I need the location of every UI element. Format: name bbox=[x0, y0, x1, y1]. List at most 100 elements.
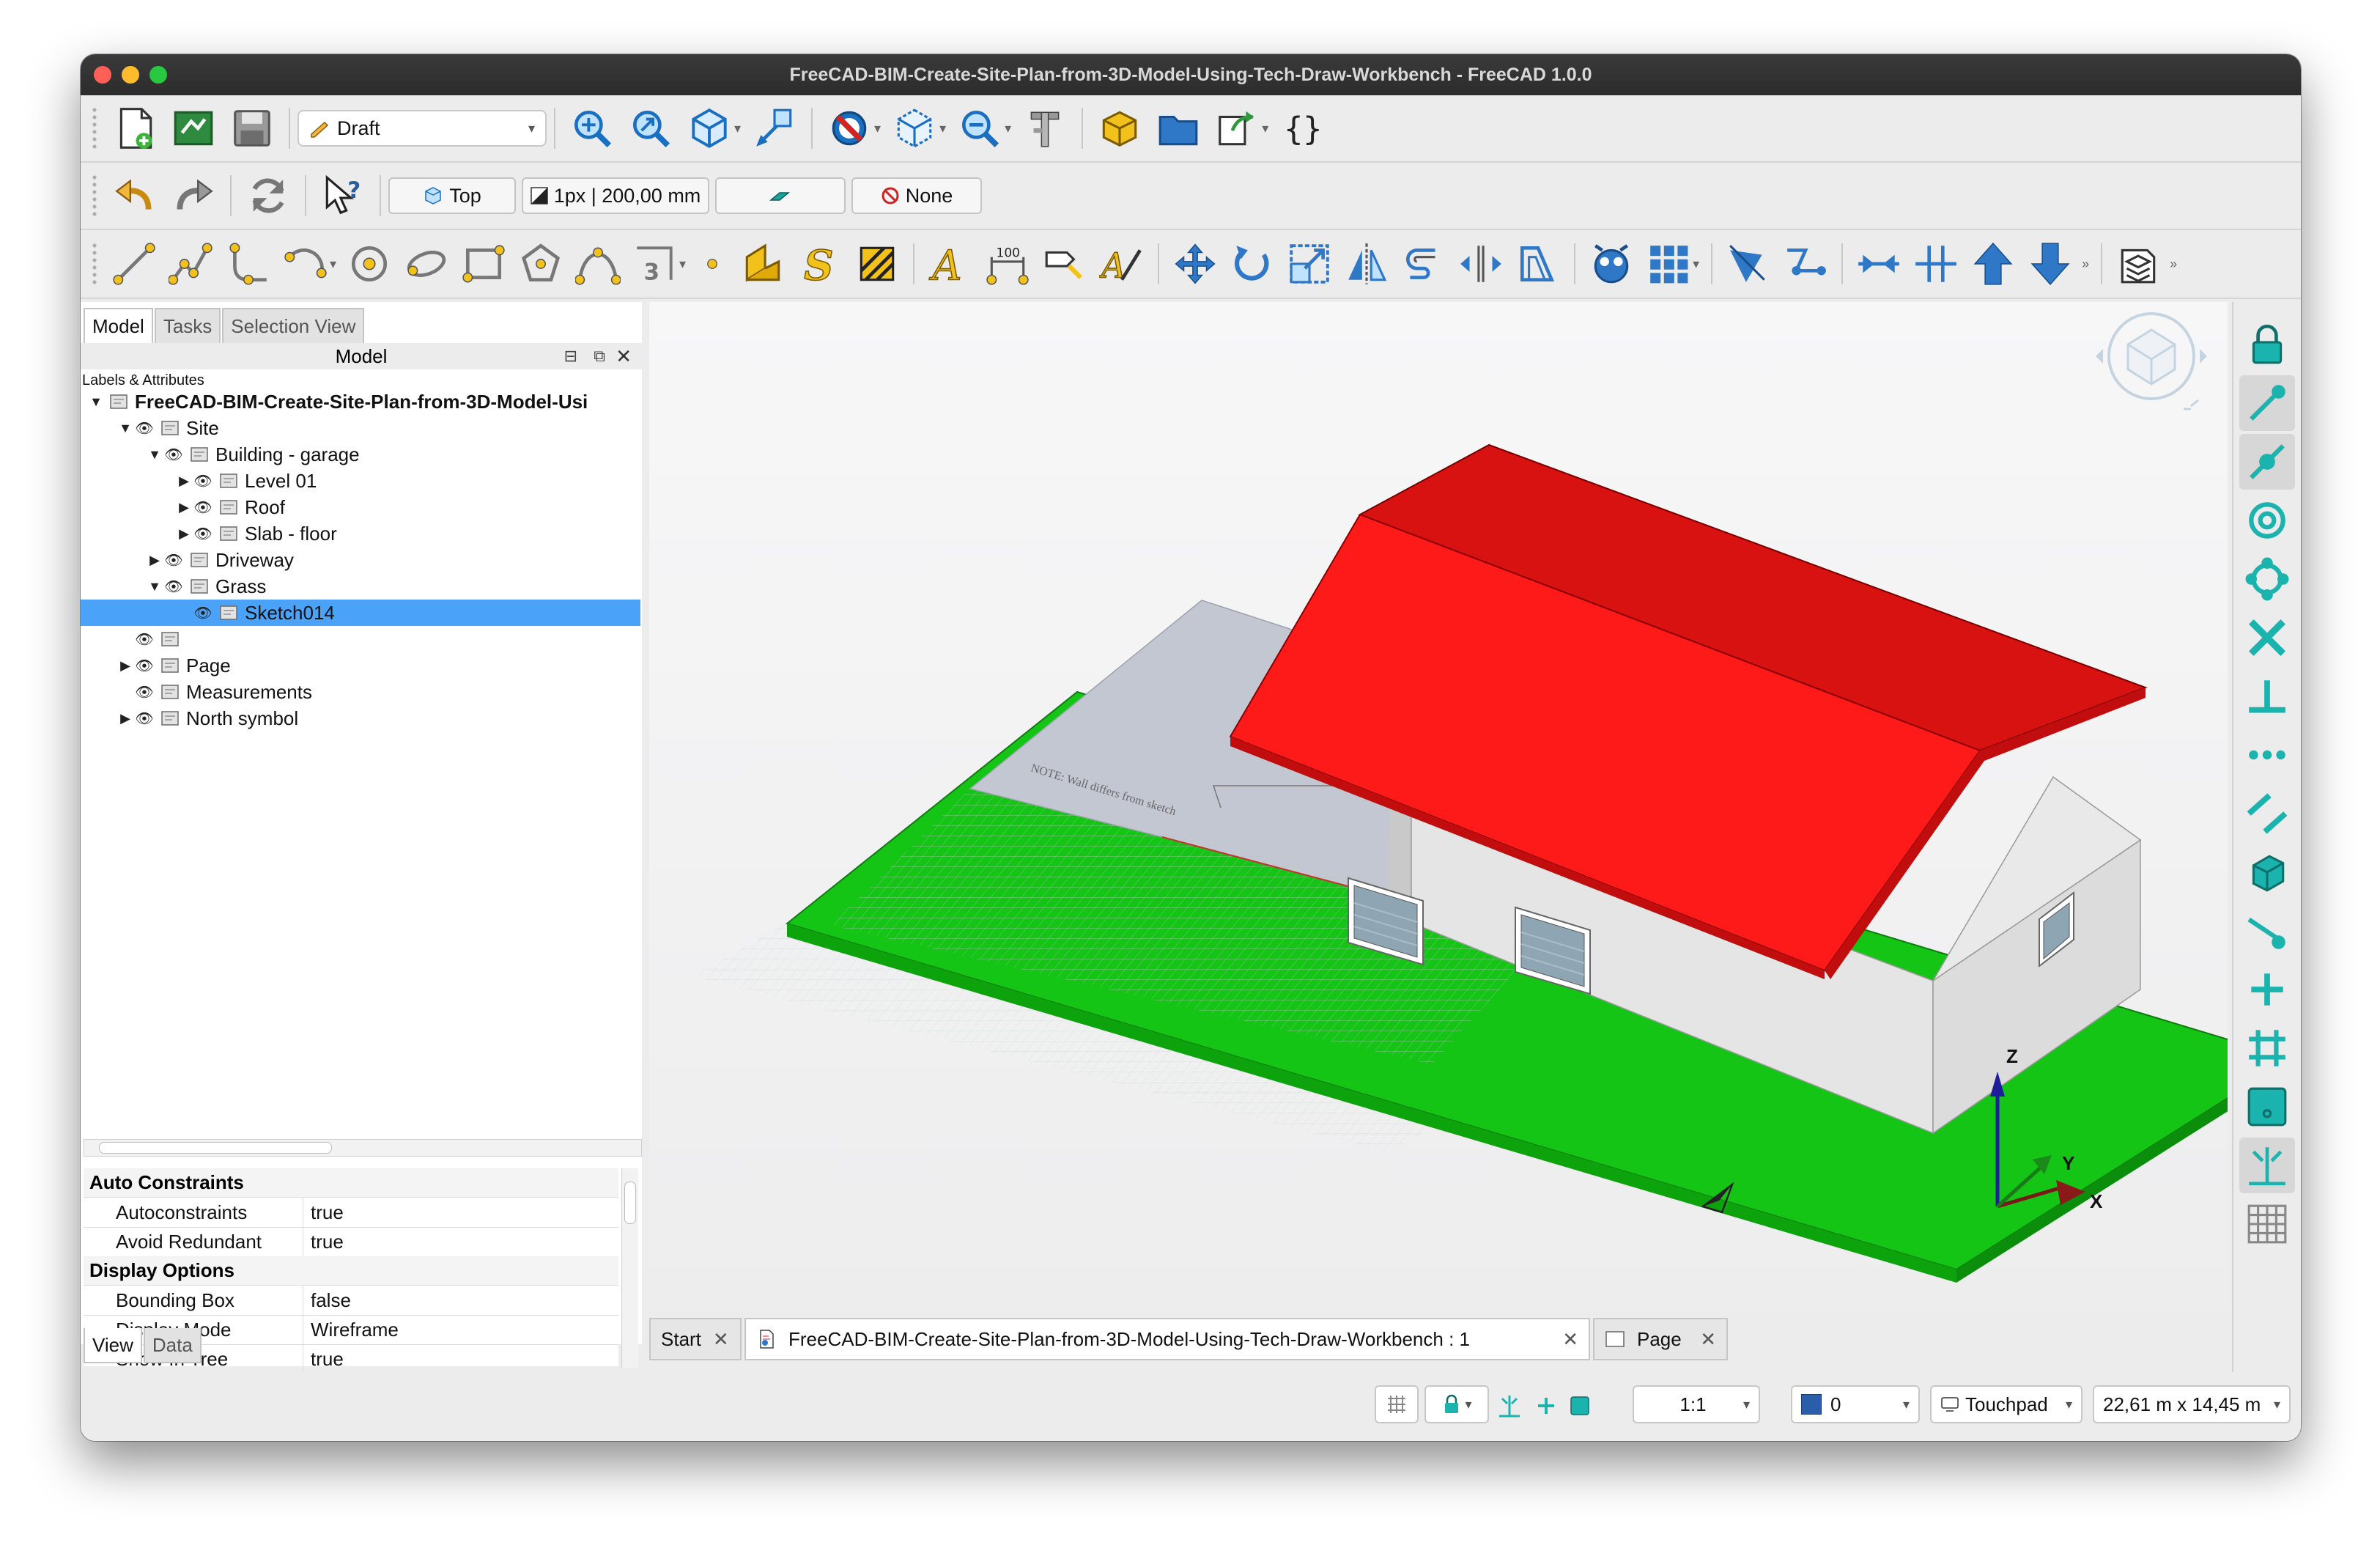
toolbar-grip[interactable] bbox=[91, 242, 98, 286]
refresh-icon[interactable] bbox=[242, 169, 295, 222]
text-icon[interactable]: A bbox=[925, 237, 975, 290]
tree-item[interactable]: ▼ 👁 Building - garage bbox=[81, 441, 640, 468]
visibility-eye-icon[interactable]: 👁 bbox=[192, 472, 214, 490]
draw-style-icon[interactable] bbox=[823, 102, 876, 155]
tab-view[interactable]: View bbox=[84, 1328, 142, 1363]
3d-viewport[interactable]: NOTE: Wall differs from sketch Z Y X bbox=[649, 302, 2293, 1309]
layer-selector[interactable]: 0 ▾ bbox=[1791, 1385, 1920, 1423]
tree-item[interactable]: ▶ 👁 Roof bbox=[81, 494, 640, 520]
tree-item[interactable]: ▶ 👁 Level 01 bbox=[81, 468, 640, 494]
close-icon[interactable]: ✕ bbox=[713, 1328, 729, 1351]
move-icon[interactable] bbox=[1170, 237, 1220, 290]
bounding-box-icon[interactable] bbox=[888, 102, 941, 155]
undo-icon[interactable] bbox=[108, 169, 161, 222]
polyline-icon[interactable] bbox=[166, 237, 216, 290]
dock-icon[interactable]: ⊟ bbox=[564, 347, 577, 366]
split-icon[interactable] bbox=[1911, 237, 1961, 290]
dimensions-readout[interactable]: 22,61 m x 14,45 m ▾ bbox=[2093, 1385, 2291, 1423]
doc-tab-page[interactable]: Page ✕ bbox=[1593, 1318, 1728, 1360]
property-scrollbar[interactable] bbox=[621, 1168, 638, 1368]
property-value[interactable]: true bbox=[303, 1348, 344, 1371]
facebinder-icon[interactable] bbox=[738, 237, 788, 290]
property-value[interactable]: true bbox=[303, 1231, 344, 1253]
array-icon[interactable] bbox=[1586, 237, 1636, 290]
snap-lock-menu[interactable]: ▾ bbox=[1424, 1385, 1489, 1423]
zoom-icon[interactable] bbox=[953, 102, 1006, 155]
downgrade-icon[interactable] bbox=[2025, 237, 2075, 290]
tree-item[interactable]: ▼ 👁 Grass bbox=[81, 573, 640, 600]
doc-tab-model[interactable]: FreeCAD-BIM-Create-Site-Plan-from-3D-Mod… bbox=[744, 1318, 1590, 1360]
close-icon[interactable]: ✕ bbox=[616, 345, 632, 368]
snap-style-button[interactable] bbox=[715, 177, 846, 214]
scale-selector[interactable]: 1:1 ▾ bbox=[1633, 1385, 1760, 1423]
fit-all-icon[interactable] bbox=[566, 102, 618, 155]
tree-item[interactable]: 👁 Sketch014 bbox=[81, 600, 640, 626]
grid-toggle-button[interactable] bbox=[1375, 1385, 1419, 1423]
navigation-style-selector[interactable]: Touchpad ▾ bbox=[1930, 1385, 2082, 1423]
collapse-arrow-icon[interactable]: ▶ bbox=[117, 711, 133, 726]
visibility-eye-icon[interactable]: 👁 bbox=[163, 578, 185, 596]
snap-midpoint-icon[interactable] bbox=[2239, 434, 2295, 490]
measure-icon[interactable] bbox=[748, 102, 801, 155]
export-icon[interactable] bbox=[1211, 102, 1263, 155]
minimize-window-button[interactable] bbox=[122, 66, 139, 84]
part-box-icon[interactable] bbox=[1093, 102, 1146, 155]
open-document-icon[interactable] bbox=[167, 102, 220, 155]
property-group-header[interactable]: Auto Constraints bbox=[84, 1168, 618, 1198]
property-value[interactable]: Wireframe bbox=[303, 1319, 399, 1341]
hatch-icon[interactable] bbox=[852, 237, 902, 290]
clone-icon[interactable] bbox=[1513, 237, 1563, 290]
cubic-bezier-icon[interactable]: 3 bbox=[630, 237, 680, 290]
tab-selection-view[interactable]: Selection View bbox=[222, 308, 365, 343]
folder-icon[interactable] bbox=[1152, 102, 1205, 155]
scrollbar-thumb[interactable] bbox=[624, 1182, 636, 1224]
property-value[interactable]: false bbox=[303, 1289, 351, 1312]
mirror-icon[interactable] bbox=[1342, 237, 1392, 290]
line-icon[interactable] bbox=[109, 237, 159, 290]
visibility-eye-icon[interactable]: 👁 bbox=[192, 604, 214, 622]
save-icon[interactable] bbox=[226, 102, 278, 155]
upgrade-wire-icon[interactable] bbox=[1781, 237, 1830, 290]
view-cube-icon[interactable] bbox=[683, 102, 736, 155]
tab-data[interactable]: Data bbox=[143, 1328, 202, 1363]
toolbar-grip[interactable] bbox=[91, 174, 98, 218]
redo-icon[interactable] bbox=[167, 169, 220, 222]
snap-endpoint-icon[interactable] bbox=[2239, 375, 2295, 431]
snap-intersection-icon[interactable] bbox=[2239, 610, 2295, 666]
snap-angle-icon[interactable] bbox=[2239, 551, 2295, 607]
layers-icon[interactable] bbox=[2113, 237, 2163, 290]
working-plane-button[interactable]: Top bbox=[388, 177, 516, 214]
property-row[interactable]: Avoid Redundant true bbox=[84, 1227, 618, 1257]
trim-extend-icon[interactable] bbox=[1723, 237, 1773, 290]
fillet-icon[interactable] bbox=[223, 237, 273, 290]
visibility-eye-icon[interactable]: 👁 bbox=[133, 710, 155, 728]
ortho-array-icon[interactable] bbox=[1644, 237, 1693, 290]
maximize-window-button[interactable] bbox=[149, 66, 167, 84]
snap-grid-icon[interactable] bbox=[2239, 1020, 2295, 1076]
snap-ortho-icon[interactable] bbox=[2239, 962, 2295, 1017]
dimension-icon[interactable]: 100 bbox=[983, 237, 1032, 290]
visibility-eye-icon[interactable]: 👁 bbox=[192, 525, 214, 543]
doc-tab-start[interactable]: Start ✕ bbox=[649, 1318, 742, 1360]
property-group-header[interactable]: Display Options bbox=[84, 1256, 618, 1286]
visibility-eye-icon[interactable]: 👁 bbox=[133, 419, 155, 438]
close-icon[interactable]: ✕ bbox=[1700, 1328, 1716, 1351]
snap-extension-icon[interactable] bbox=[2239, 727, 2295, 783]
toolbar-grip[interactable] bbox=[91, 106, 98, 150]
rotate-icon[interactable] bbox=[1227, 237, 1277, 290]
new-document-icon[interactable] bbox=[108, 102, 161, 155]
close-icon[interactable]: ✕ bbox=[1562, 1328, 1578, 1351]
visibility-eye-icon[interactable]: 👁 bbox=[163, 446, 185, 464]
shapestring-icon[interactable]: S bbox=[795, 237, 845, 290]
float-icon[interactable]: ⧉ bbox=[594, 347, 605, 366]
measure-caliper-icon[interactable] bbox=[1019, 102, 1071, 155]
visibility-eye-icon[interactable]: 👁 bbox=[133, 683, 155, 701]
polygon-icon[interactable] bbox=[516, 237, 566, 290]
snap-dimension-icon[interactable] bbox=[1492, 1388, 1527, 1423]
upgrade-icon[interactable] bbox=[1968, 237, 2018, 290]
visibility-eye-icon[interactable]: 👁 bbox=[163, 551, 185, 570]
bspline-icon[interactable] bbox=[573, 237, 623, 290]
annotation-style-button[interactable]: None bbox=[851, 177, 982, 214]
expand-arrow-icon[interactable]: ▼ bbox=[147, 447, 163, 462]
arc-icon[interactable] bbox=[281, 237, 330, 290]
